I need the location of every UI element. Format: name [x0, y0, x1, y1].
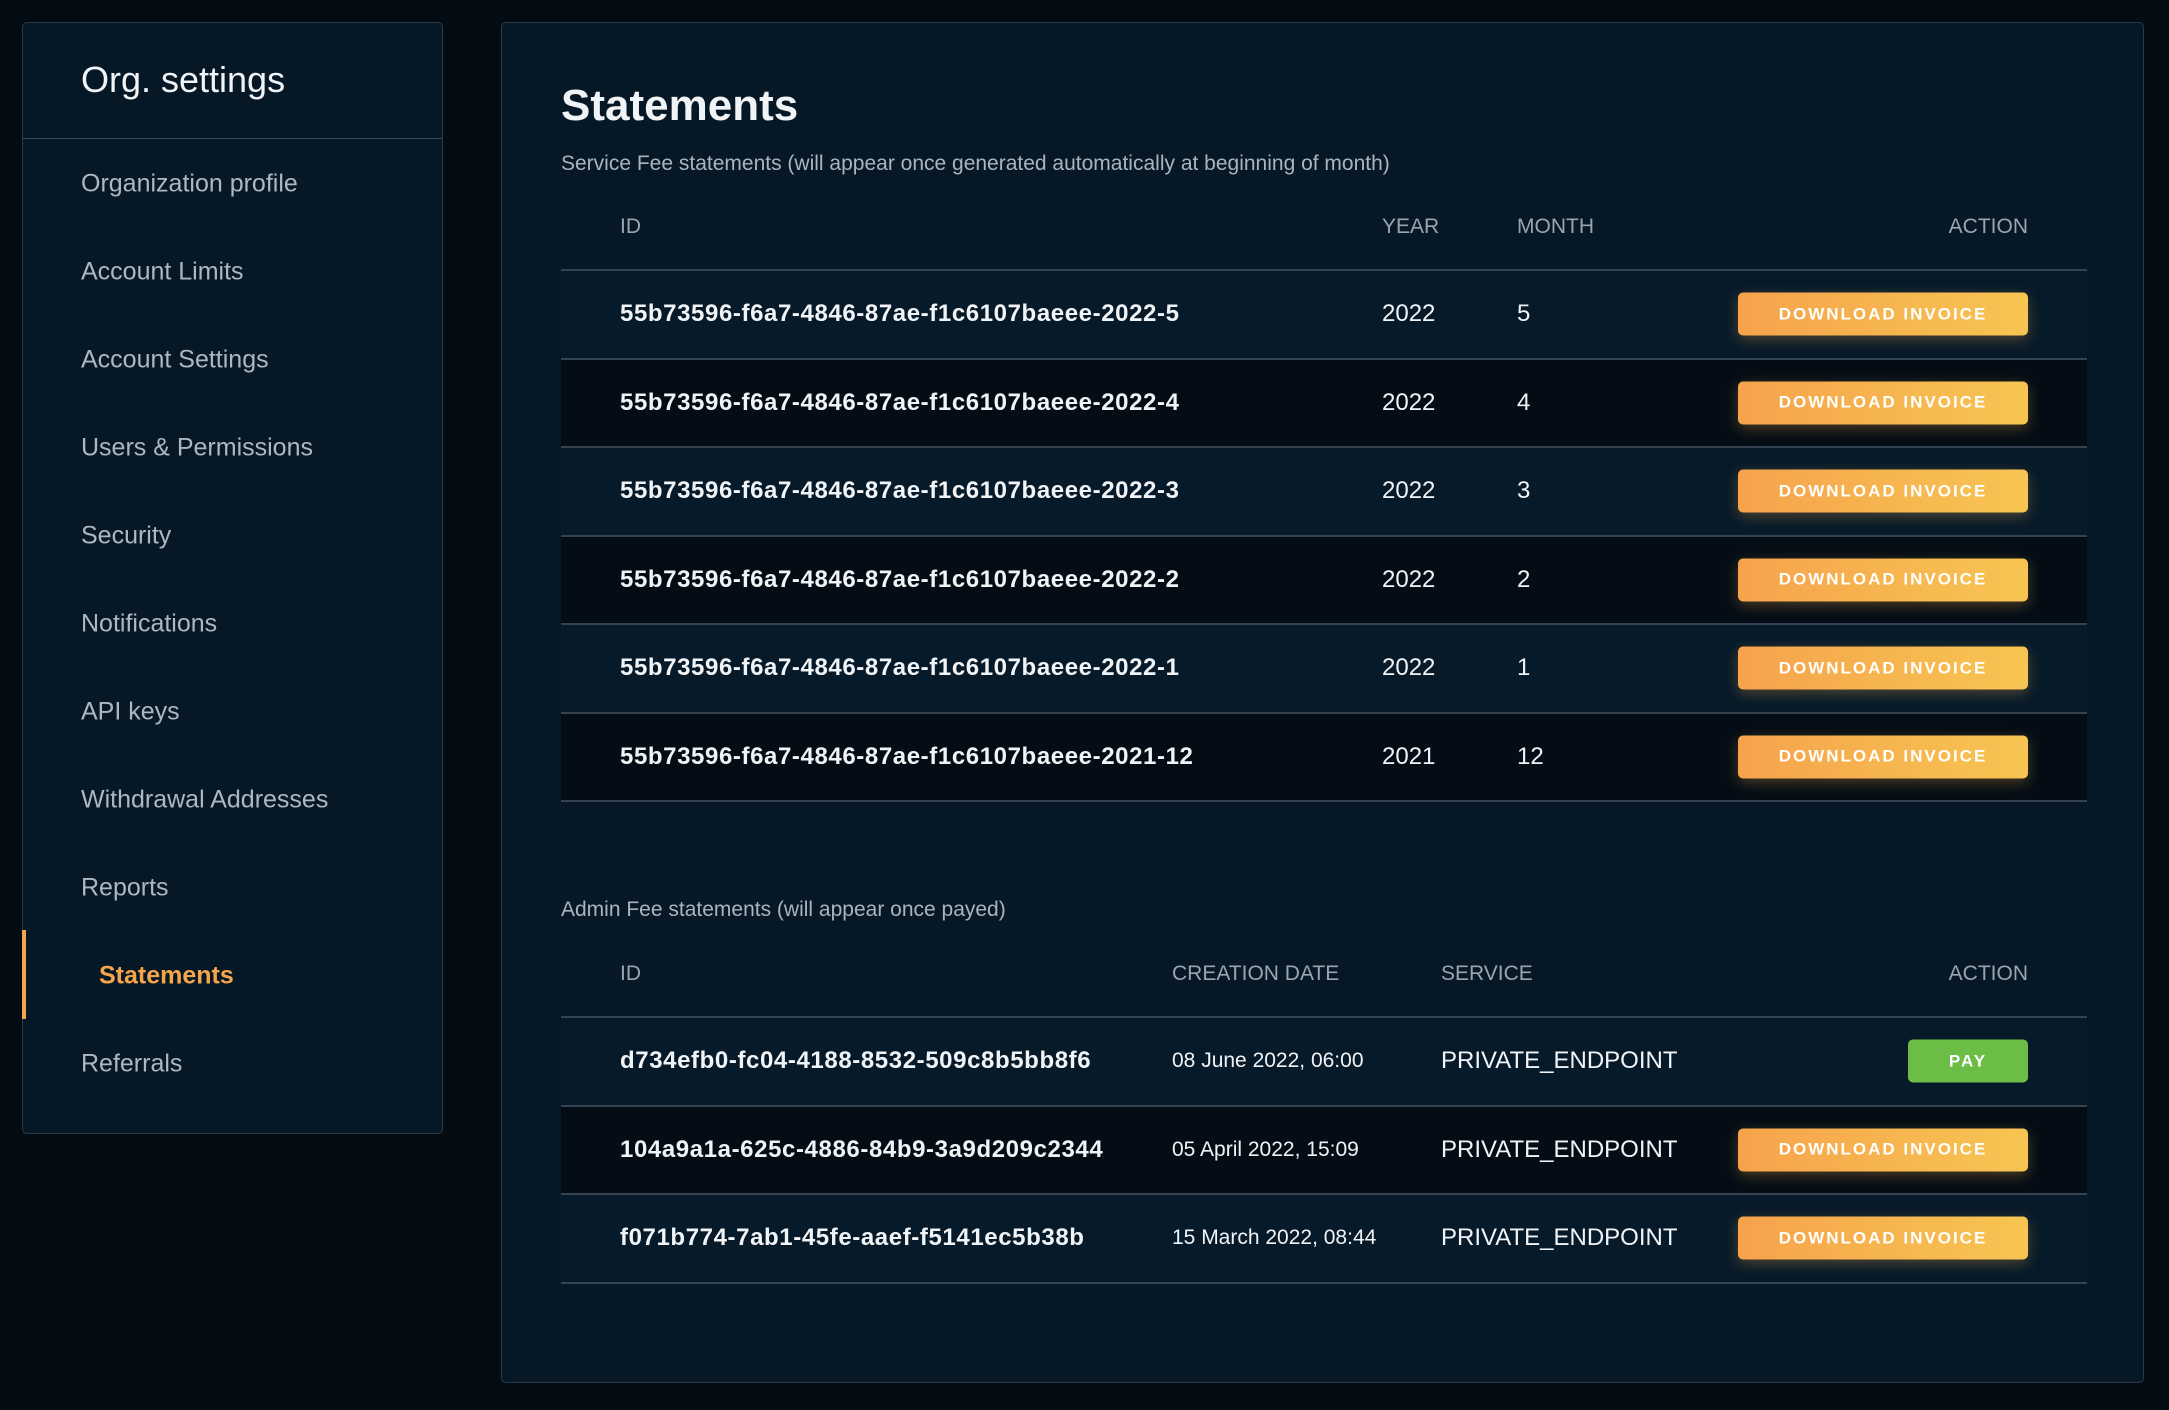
- download-invoice-button[interactable]: DOWNLOAD INVOICE: [1738, 646, 2028, 690]
- active-indicator: [22, 930, 26, 1019]
- download-invoice-button[interactable]: DOWNLOAD INVOICE: [1738, 1216, 2028, 1260]
- download-invoice-button[interactable]: DOWNLOAD INVOICE: [1738, 469, 2028, 513]
- statement-year: 2022: [1382, 388, 1436, 416]
- table-row: 55b73596-f6a7-4846-87ae-f1c6107baeee-202…: [561, 271, 2087, 360]
- statement-month: 3: [1517, 477, 1531, 505]
- creation-date: 15 March 2022, 08:44: [1172, 1226, 1377, 1250]
- sidebar-item-api-keys[interactable]: API keys: [81, 698, 180, 727]
- table-row: f071b774-7ab1-45fe-aaef-f5141ec5b38b 15 …: [561, 1195, 2087, 1284]
- creation-date: 05 April 2022, 15:09: [1172, 1137, 1359, 1161]
- statement-id: 104a9a1a-625c-4886-84b9-3a9d209c2344: [620, 1135, 1104, 1163]
- table-row: 55b73596-f6a7-4846-87ae-f1c6107baeee-202…: [561, 536, 2087, 625]
- sidebar-item-withdrawal-addresses[interactable]: Withdrawal Addresses: [81, 786, 328, 815]
- statements-panel: Statements Service Fee statements (will …: [501, 22, 2144, 1383]
- table-header: ID CREATION DATE SERVICE ACTION: [561, 930, 2087, 1018]
- download-invoice-button[interactable]: DOWNLOAD INVOICE: [1738, 292, 2028, 336]
- service-name: PRIVATE_ENDPOINT: [1441, 1135, 1678, 1163]
- download-invoice-button[interactable]: DOWNLOAD INVOICE: [1738, 558, 2028, 602]
- statement-month: 4: [1517, 388, 1531, 416]
- download-invoice-button[interactable]: DOWNLOAD INVOICE: [1738, 735, 2028, 779]
- table-row: d734efb0-fc04-4188-8532-509c8b5bb8f6 08 …: [561, 1018, 2087, 1107]
- header-service: SERVICE: [1441, 962, 1533, 985]
- sidebar-item-account-limits[interactable]: Account Limits: [81, 258, 244, 287]
- sidebar-item-reports[interactable]: Reports: [81, 874, 169, 903]
- sidebar-item-notifications[interactable]: Notifications: [81, 610, 217, 639]
- page-title: Statements: [561, 81, 799, 130]
- table-row: 55b73596-f6a7-4846-87ae-f1c6107baeee-202…: [561, 448, 2087, 537]
- header-id: ID: [620, 962, 641, 985]
- header-id: ID: [620, 215, 641, 238]
- header-creation-date: CREATION DATE: [1172, 962, 1340, 985]
- sidebar-item-organization-profile[interactable]: Organization profile: [81, 170, 298, 199]
- sidebar-item-statements[interactable]: Statements: [99, 962, 234, 991]
- table-row: 55b73596-f6a7-4846-87ae-f1c6107baeee-202…: [561, 713, 2087, 802]
- sidebar-item-security[interactable]: Security: [81, 522, 171, 551]
- service-name: PRIVATE_ENDPOINT: [1441, 1047, 1678, 1075]
- statement-year: 2022: [1382, 477, 1436, 505]
- statement-id: 55b73596-f6a7-4846-87ae-f1c6107baeee-202…: [620, 742, 1194, 770]
- statement-month: 1: [1517, 654, 1531, 682]
- sidebar-item-account-settings[interactable]: Account Settings: [81, 346, 269, 375]
- pay-button[interactable]: PAY: [1908, 1039, 2028, 1083]
- admin-fee-table: ID CREATION DATE SERVICE ACTION d734efb0…: [561, 930, 2087, 1284]
- sidebar: Org. settings Organization profile Accoun…: [22, 22, 443, 1134]
- header-year: YEAR: [1382, 215, 1440, 238]
- table-row: 55b73596-f6a7-4846-87ae-f1c6107baeee-202…: [561, 625, 2087, 714]
- service-fee-description: Service Fee statements (will appear once…: [561, 152, 1390, 175]
- statement-id: d734efb0-fc04-4188-8532-509c8b5bb8f6: [620, 1047, 1092, 1075]
- service-name: PRIVATE_ENDPOINT: [1441, 1224, 1678, 1252]
- table-row: 55b73596-f6a7-4846-87ae-f1c6107baeee-202…: [561, 359, 2087, 448]
- sidebar-item-users-permissions[interactable]: Users & Permissions: [81, 434, 313, 463]
- statement-year: 2021: [1382, 742, 1436, 770]
- statement-year: 2022: [1382, 565, 1436, 593]
- statement-year: 2022: [1382, 300, 1436, 328]
- service-fee-table: ID YEAR MONTH ACTION 55b73596-f6a7-4846-…: [561, 183, 2087, 802]
- download-invoice-button[interactable]: DOWNLOAD INVOICE: [1738, 1128, 2028, 1172]
- creation-date: 08 June 2022, 06:00: [1172, 1049, 1364, 1073]
- sidebar-item-referrals[interactable]: Referrals: [81, 1050, 182, 1079]
- header-month: MONTH: [1517, 215, 1594, 238]
- download-invoice-button[interactable]: DOWNLOAD INVOICE: [1738, 381, 2028, 425]
- statement-id: 55b73596-f6a7-4846-87ae-f1c6107baeee-202…: [620, 300, 1180, 328]
- statement-year: 2022: [1382, 654, 1436, 682]
- statement-id: 55b73596-f6a7-4846-87ae-f1c6107baeee-202…: [620, 654, 1180, 682]
- header-action: ACTION: [1948, 215, 2028, 238]
- statement-id: f071b774-7ab1-45fe-aaef-f5141ec5b38b: [620, 1224, 1085, 1252]
- header-action: ACTION: [1948, 962, 2028, 985]
- statement-id: 55b73596-f6a7-4846-87ae-f1c6107baeee-202…: [620, 565, 1180, 593]
- table-row: 104a9a1a-625c-4886-84b9-3a9d209c2344 05 …: [561, 1106, 2087, 1195]
- statement-month: 2: [1517, 565, 1531, 593]
- sidebar-title: Org. settings: [23, 23, 442, 139]
- statement-month: 5: [1517, 300, 1531, 328]
- statement-month: 12: [1517, 742, 1544, 770]
- statement-id: 55b73596-f6a7-4846-87ae-f1c6107baeee-202…: [620, 477, 1180, 505]
- table-header: ID YEAR MONTH ACTION: [561, 183, 2087, 271]
- admin-fee-description: Admin Fee statements (will appear once p…: [561, 898, 1006, 921]
- statement-id: 55b73596-f6a7-4846-87ae-f1c6107baeee-202…: [620, 388, 1180, 416]
